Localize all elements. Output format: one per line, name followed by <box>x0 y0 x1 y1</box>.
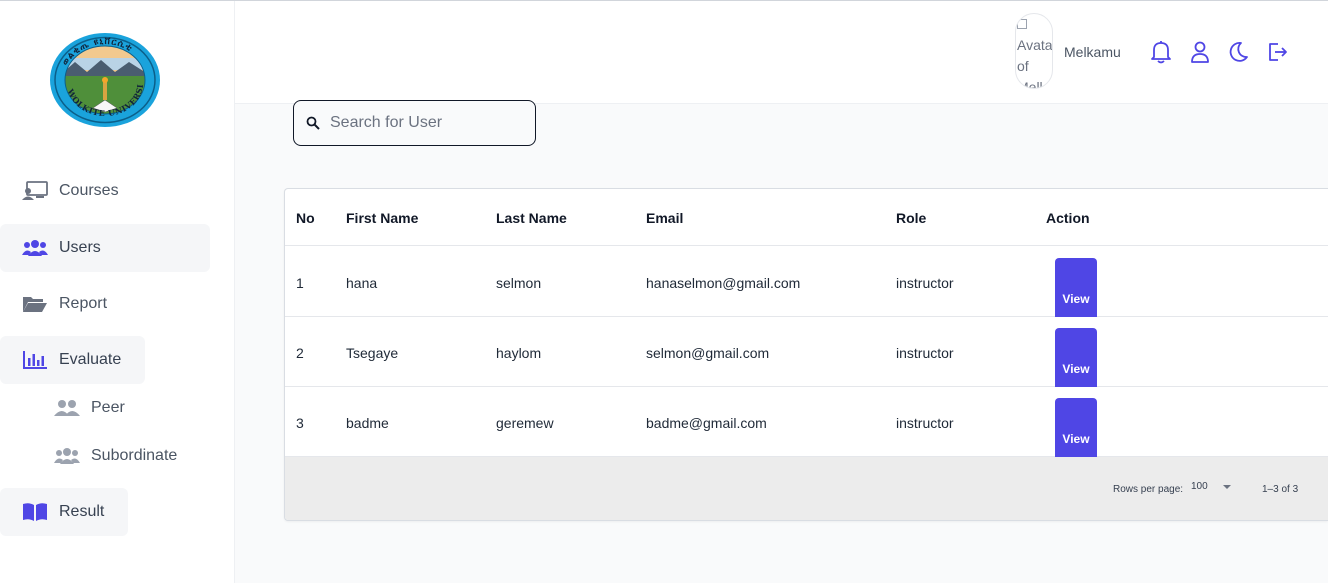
sidebar-item-label: Courses <box>59 182 119 199</box>
users-table: No First Name Last Name Email Role Actio… <box>284 188 1328 521</box>
sidebar: ወልቂጤ ዩኒቨርሲቲ WOLKITE UNIVERSITY Courses U… <box>0 1 235 583</box>
search-input[interactable] <box>330 114 520 132</box>
sidebar-item-label: Result <box>59 503 105 520</box>
sidebar-item-peer[interactable]: Peer <box>0 388 200 428</box>
cell-role: instructor <box>896 275 954 291</box>
cell-role: instructor <box>896 415 954 431</box>
cell-first-name: badme <box>346 415 389 431</box>
table-row: 1 hana selmon hanaselmon@gmail.com instr… <box>285 247 1328 317</box>
column-header-action[interactable]: Action <box>1046 210 1090 226</box>
peer-icon <box>54 398 80 418</box>
subordinate-icon <box>54 446 80 466</box>
sidebar-item-label: Report <box>59 295 108 312</box>
sidebar-item-label: Users <box>59 239 101 256</box>
sidebar-item-label: Subordinate <box>91 447 178 464</box>
sidebar-item-result[interactable]: Result <box>0 488 128 536</box>
view-button[interactable]: View <box>1055 398 1097 457</box>
user-icon[interactable] <box>1188 39 1212 65</box>
caret-down-icon <box>1222 484 1231 489</box>
cell-last-name: selmon <box>496 275 542 291</box>
table-row: 3 badme geremew badme@gmail.com instruct… <box>285 387 1328 457</box>
column-header-last-name[interactable]: Last Name <box>496 210 567 226</box>
cell-last-name: haylom <box>496 345 542 361</box>
sidebar-item-users[interactable]: Users <box>0 224 210 272</box>
moon-icon[interactable] <box>1226 39 1250 65</box>
courses-icon <box>22 180 48 202</box>
cell-first-name: hana <box>346 275 378 291</box>
view-button[interactable]: View <box>1055 258 1097 317</box>
table-header: No First Name Last Name Email Role Actio… <box>285 189 1328 246</box>
search-box[interactable] <box>293 100 536 146</box>
search-icon <box>306 116 320 130</box>
broken-image-icon <box>1017 19 1027 29</box>
logout-icon[interactable] <box>1265 39 1289 65</box>
rows-per-page-value: 100 <box>1191 481 1208 492</box>
top-header: Avatar of Melk Melkamu <box>235 1 1328 104</box>
rows-per-page-label: Rows per page: <box>1113 484 1184 495</box>
cell-last-name: geremew <box>496 415 554 431</box>
rows-per-page-select[interactable]: 100 <box>1191 481 1231 492</box>
bell-icon[interactable] <box>1149 39 1173 65</box>
cell-email: selmon@gmail.com <box>646 345 770 361</box>
pagination-range: 1–3 of 3 <box>1262 484 1299 495</box>
column-header-role[interactable]: Role <box>896 210 926 226</box>
sidebar-item-label: Evaluate <box>59 351 122 368</box>
sidebar-item-report[interactable]: Report <box>0 280 210 328</box>
column-header-no[interactable]: No <box>296 210 315 226</box>
cell-role: instructor <box>896 345 954 361</box>
cell-no: 1 <box>296 275 304 291</box>
username: Melkamu <box>1064 44 1121 60</box>
university-logo: ወልቂጤ ዩኒቨርሲቲ WOLKITE UNIVERSITY <box>45 24 161 128</box>
sidebar-item-evaluate[interactable]: Evaluate <box>0 336 145 384</box>
sidebar-item-label: Peer <box>91 399 125 416</box>
chart-icon <box>22 349 48 371</box>
column-header-first-name[interactable]: First Name <box>346 210 418 226</box>
users-icon <box>22 237 48 259</box>
cell-email: hanaselmon@gmail.com <box>646 275 801 291</box>
cell-no: 2 <box>296 345 304 361</box>
folder-icon <box>22 293 48 315</box>
table-row: 2 Tsegaye haylom selmon@gmail.com instru… <box>285 317 1328 387</box>
avatar-alt-text: Avatar of Melk <box>1017 37 1053 89</box>
avatar[interactable]: Avatar of Melk <box>1015 13 1053 89</box>
cell-email: badme@gmail.com <box>646 415 767 431</box>
table-pagination: Rows per page: 100 1–3 of 3 <box>285 457 1328 520</box>
column-header-email[interactable]: Email <box>646 210 683 226</box>
sidebar-item-courses[interactable]: Courses <box>0 167 210 215</box>
book-icon <box>22 501 48 523</box>
sidebar-item-subordinate[interactable]: Subordinate <box>0 436 200 476</box>
cell-no: 3 <box>296 415 304 431</box>
view-button[interactable]: View <box>1055 328 1097 387</box>
cell-first-name: Tsegaye <box>346 345 399 361</box>
